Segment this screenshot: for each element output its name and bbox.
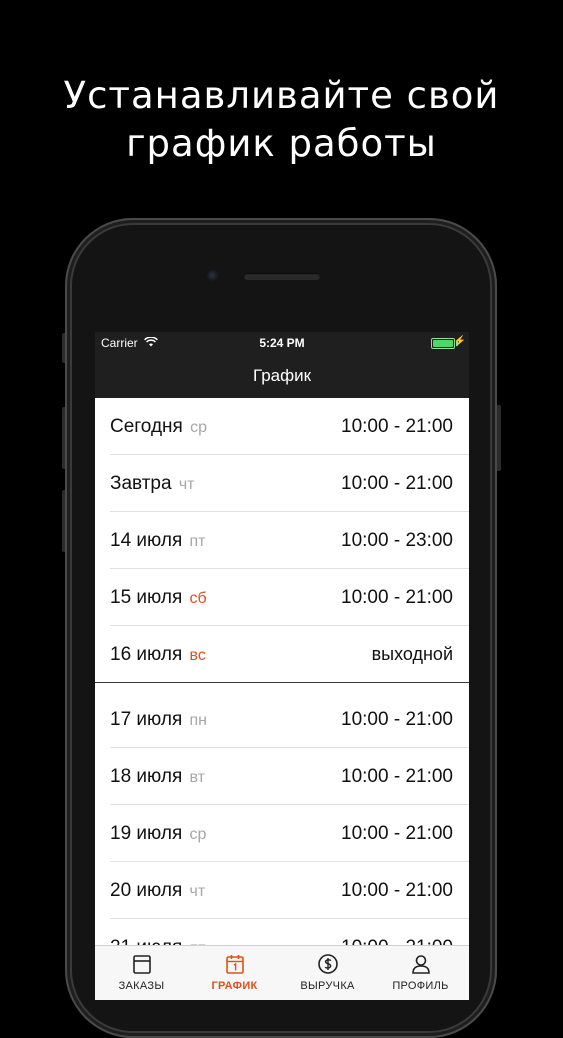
schedule-row[interactable]: 16 июля вс выходной bbox=[95, 626, 469, 683]
row-date: 18 июля bbox=[110, 766, 183, 787]
row-date-group: 14 июля пт bbox=[110, 530, 206, 552]
row-hours: 10:00 - 21:00 bbox=[341, 823, 453, 844]
schedule-row[interactable]: 20 июля чт 10:00 - 21:00 bbox=[95, 862, 469, 919]
row-weekday: ср bbox=[190, 419, 208, 436]
row-weekday: чт bbox=[178, 476, 195, 493]
row-hours: 10:00 - 21:00 bbox=[341, 766, 453, 787]
schedule-row[interactable]: 18 июля вт 10:00 - 21:00 bbox=[95, 748, 469, 805]
row-hours: 10:00 - 21:00 bbox=[341, 587, 453, 608]
profile-icon bbox=[412, 955, 430, 974]
row-date: 14 июля bbox=[110, 530, 183, 551]
orders-icon bbox=[133, 955, 151, 974]
row-day-off: выходной bbox=[371, 644, 453, 664]
row-hours: 10:00 - 23:00 bbox=[341, 530, 453, 551]
row-date-group: Сегодня ср bbox=[110, 416, 207, 438]
row-weekday: ср bbox=[189, 826, 207, 843]
tab-revenue[interactable]: ВЫРУЧКА bbox=[281, 946, 374, 1000]
row-date: 15 июля bbox=[110, 587, 183, 608]
promo-headline: Устанавливайте свой график работы bbox=[0, 72, 563, 168]
tab-revenue-label: ВЫРУЧКА bbox=[300, 980, 355, 992]
headline-line-1: Устанавливайте свой bbox=[63, 74, 500, 117]
row-date: 20 июля bbox=[110, 880, 183, 901]
schedule-row[interactable]: 19 июля ср 10:00 - 21:00 bbox=[95, 805, 469, 862]
row-date-group: 20 июля чт bbox=[110, 880, 205, 902]
schedule-row[interactable]: Сегодня ср 10:00 - 21:00 bbox=[95, 398, 469, 455]
row-date-group: 15 июля сб bbox=[110, 587, 207, 609]
tab-bar: ЗАКАЗЫ ГРАФИК ВЫРУЧКА ПРОФИЛЬ bbox=[95, 945, 469, 1000]
calendar-icon bbox=[226, 955, 244, 974]
dollar-icon bbox=[318, 954, 338, 974]
row-weekday: вс bbox=[189, 647, 206, 664]
tab-orders[interactable]: ЗАКАЗЫ bbox=[95, 946, 188, 1000]
schedule-row[interactable]: 17 июля пн 10:00 - 21:00 bbox=[95, 691, 469, 748]
row-date: 19 июля bbox=[110, 823, 183, 844]
row-date-group: 17 июля пн bbox=[110, 709, 207, 731]
schedule-list[interactable]: Сегодня ср 10:00 - 21:00 Завтра чт 10:00 - … bbox=[95, 398, 469, 946]
row-hours: 10:00 - 21:00 bbox=[341, 416, 453, 437]
status-bar: Carrier 5:24 PM ⚡ bbox=[95, 332, 469, 354]
row-weekday: чт bbox=[189, 883, 206, 900]
row-divider bbox=[95, 682, 469, 683]
row-weekday: сб bbox=[189, 590, 207, 607]
app-screen: Carrier 5:24 PM ⚡ График Сегодня ср 10:00… bbox=[95, 332, 469, 1000]
earpiece-speaker bbox=[244, 273, 320, 280]
row-hours: 10:00 - 21:00 bbox=[341, 709, 453, 730]
row-hours: 10:00 - 21:00 bbox=[341, 473, 453, 494]
row-date: Сегодня bbox=[110, 416, 183, 437]
battery-icon bbox=[431, 338, 458, 349]
row-date-group: 18 июля вт bbox=[110, 766, 205, 788]
tab-profile-label: ПРОФИЛЬ bbox=[392, 980, 449, 992]
row-hours: 10:00 - 21:00 bbox=[341, 880, 453, 901]
tab-orders-label: ЗАКАЗЫ bbox=[118, 980, 165, 992]
row-date: Завтра bbox=[110, 473, 172, 494]
tab-profile[interactable]: ПРОФИЛЬ bbox=[374, 946, 467, 1000]
schedule-row[interactable]: 15 июля сб 10:00 - 21:00 bbox=[95, 569, 469, 626]
schedule-row[interactable]: 21 июля пт10:00 - 21:00 bbox=[95, 919, 469, 946]
row-weekday: пт bbox=[189, 533, 206, 550]
row-date-group: 19 июля ср bbox=[110, 823, 206, 845]
row-date-group: 16 июля вс bbox=[110, 644, 206, 666]
schedule-row[interactable]: Завтра чт 10:00 - 21:00 bbox=[95, 455, 469, 512]
headline-line-2: график работы bbox=[126, 122, 437, 165]
charging-icon: ⚡ bbox=[453, 336, 466, 347]
row-weekday: вт bbox=[189, 769, 205, 786]
tab-schedule[interactable]: ГРАФИК bbox=[188, 946, 281, 1000]
nav-title: График bbox=[252, 366, 312, 385]
row-weekday: пн bbox=[189, 712, 208, 729]
status-time: 5:24 PM bbox=[259, 336, 305, 350]
row-date: 16 июля bbox=[110, 644, 183, 665]
nav-bar: График bbox=[95, 354, 469, 398]
schedule-row[interactable]: 14 июля пт 10:00 - 23:00 bbox=[95, 512, 469, 569]
row-date-group: Завтра чт bbox=[110, 473, 195, 495]
front-camera bbox=[207, 270, 219, 282]
tab-schedule-label: ГРАФИК bbox=[211, 980, 258, 992]
row-date: 17 июля bbox=[110, 709, 183, 730]
